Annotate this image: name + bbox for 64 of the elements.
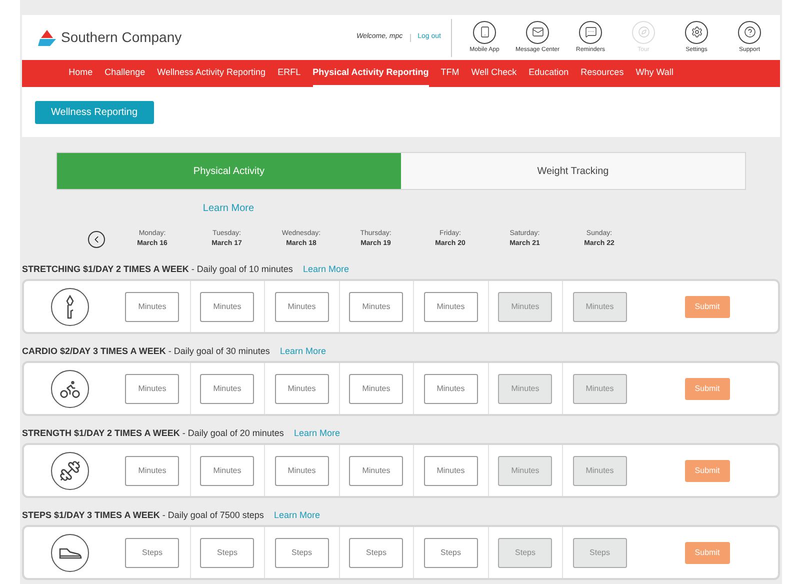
tab[interactable]: Weight Tracking	[401, 153, 745, 189]
entry-field[interactable]: Minutes	[424, 374, 478, 404]
entry-field[interactable]: Steps	[349, 538, 404, 568]
entry-field[interactable]: Minutes	[200, 292, 254, 322]
submit-button[interactable]: Submit	[684, 378, 730, 400]
chat-bubble-icon	[584, 26, 596, 38]
entry-field[interactable]: Steps	[200, 538, 254, 568]
entry-field[interactable]: Minutes	[125, 374, 180, 404]
entry-field[interactable]: Minutes	[424, 456, 478, 486]
nav-link[interactable]: Challenge	[104, 60, 146, 87]
activity-title: STRENGTH $1/DAY 2 TIMES A WEEK - Daily goal of 20 minutes	[22, 427, 284, 440]
entry-field[interactable]: Minutes	[349, 292, 404, 322]
entry-field[interactable]: Steps	[125, 538, 180, 568]
tab[interactable]: Physical Activity	[57, 153, 401, 189]
previous-week-button[interactable]	[88, 230, 105, 248]
entry-field[interactable]: Steps	[274, 538, 329, 568]
entry-field[interactable]: Steps	[424, 538, 478, 568]
activity-title: CARDIO $2/DAY 3 TIMES A WEEK - Daily goal of 30 minutes	[22, 345, 270, 358]
learn-more-link[interactable]: Learn More	[294, 427, 340, 441]
nav-link[interactable]: Education	[528, 60, 569, 87]
torch-icon	[50, 288, 88, 326]
entry-field[interactable]: Minutes	[125, 292, 180, 322]
compass-icon	[638, 26, 650, 38]
help-icon	[744, 26, 756, 38]
activity-title: STRETCHING $1/DAY 2 TIMES A WEEK - Daily goal of 10 minutes	[22, 263, 293, 276]
nav-link[interactable]: ERFL	[278, 60, 301, 87]
entry-field[interactable]: Minutes	[200, 456, 254, 486]
learn-more-link[interactable]: Learn More	[274, 509, 320, 523]
learn-more-link[interactable]: Learn More	[302, 263, 349, 277]
entry-field[interactable]: Minutes	[274, 374, 329, 404]
entry-field[interactable]: Minutes	[424, 292, 478, 322]
wellness-reporting-button[interactable]: Wellness Reporting	[35, 100, 154, 124]
nav-link[interactable]: Resources	[580, 60, 624, 87]
activity-title: STEPS $1/DAY 3 TIMES A WEEK - Daily goal of 7500 steps	[22, 509, 264, 522]
nav-link[interactable]: Well Check	[471, 60, 517, 87]
entry-field[interactable]: Minutes	[349, 456, 404, 486]
entry-field[interactable]: Minutes	[200, 374, 254, 404]
entry-field[interactable]: Minutes	[274, 456, 329, 486]
mail-icon	[532, 26, 544, 38]
logo-icon	[38, 30, 58, 46]
nav-link[interactable]: Home	[68, 60, 93, 87]
entry-field[interactable]: Minutes	[274, 292, 329, 322]
submit-button[interactable]: Submit	[684, 460, 730, 482]
learn-more-link[interactable]: Learn More	[280, 345, 326, 359]
nav-link[interactable]: Wellness Activity Reporting	[157, 60, 266, 87]
dumbbell-icon	[50, 452, 88, 490]
toolbar-button[interactable]	[526, 20, 549, 44]
settings-icon	[690, 26, 702, 38]
nav-link[interactable]: Why Wall	[636, 60, 674, 87]
toolbar-button[interactable]	[579, 20, 602, 44]
nav-link[interactable]: TFM	[440, 60, 460, 87]
toolbar-button[interactable]	[738, 20, 761, 44]
toolbar-button[interactable]	[685, 20, 708, 44]
shoe-icon	[50, 534, 88, 572]
brand-name: Southern Company	[61, 28, 182, 47]
submit-button[interactable]: Submit	[684, 542, 730, 564]
learn-more-link[interactable]: Learn More	[202, 203, 254, 214]
bicycle-icon	[50, 370, 88, 408]
phone-icon	[478, 26, 490, 38]
entry-field[interactable]: Minutes	[125, 456, 180, 486]
nav-link[interactable]: Physical Activity Reporting	[312, 60, 429, 87]
submit-button[interactable]: Submit	[684, 296, 730, 318]
entry-field[interactable]: Minutes	[349, 374, 404, 404]
toolbar-button[interactable]	[473, 20, 496, 44]
